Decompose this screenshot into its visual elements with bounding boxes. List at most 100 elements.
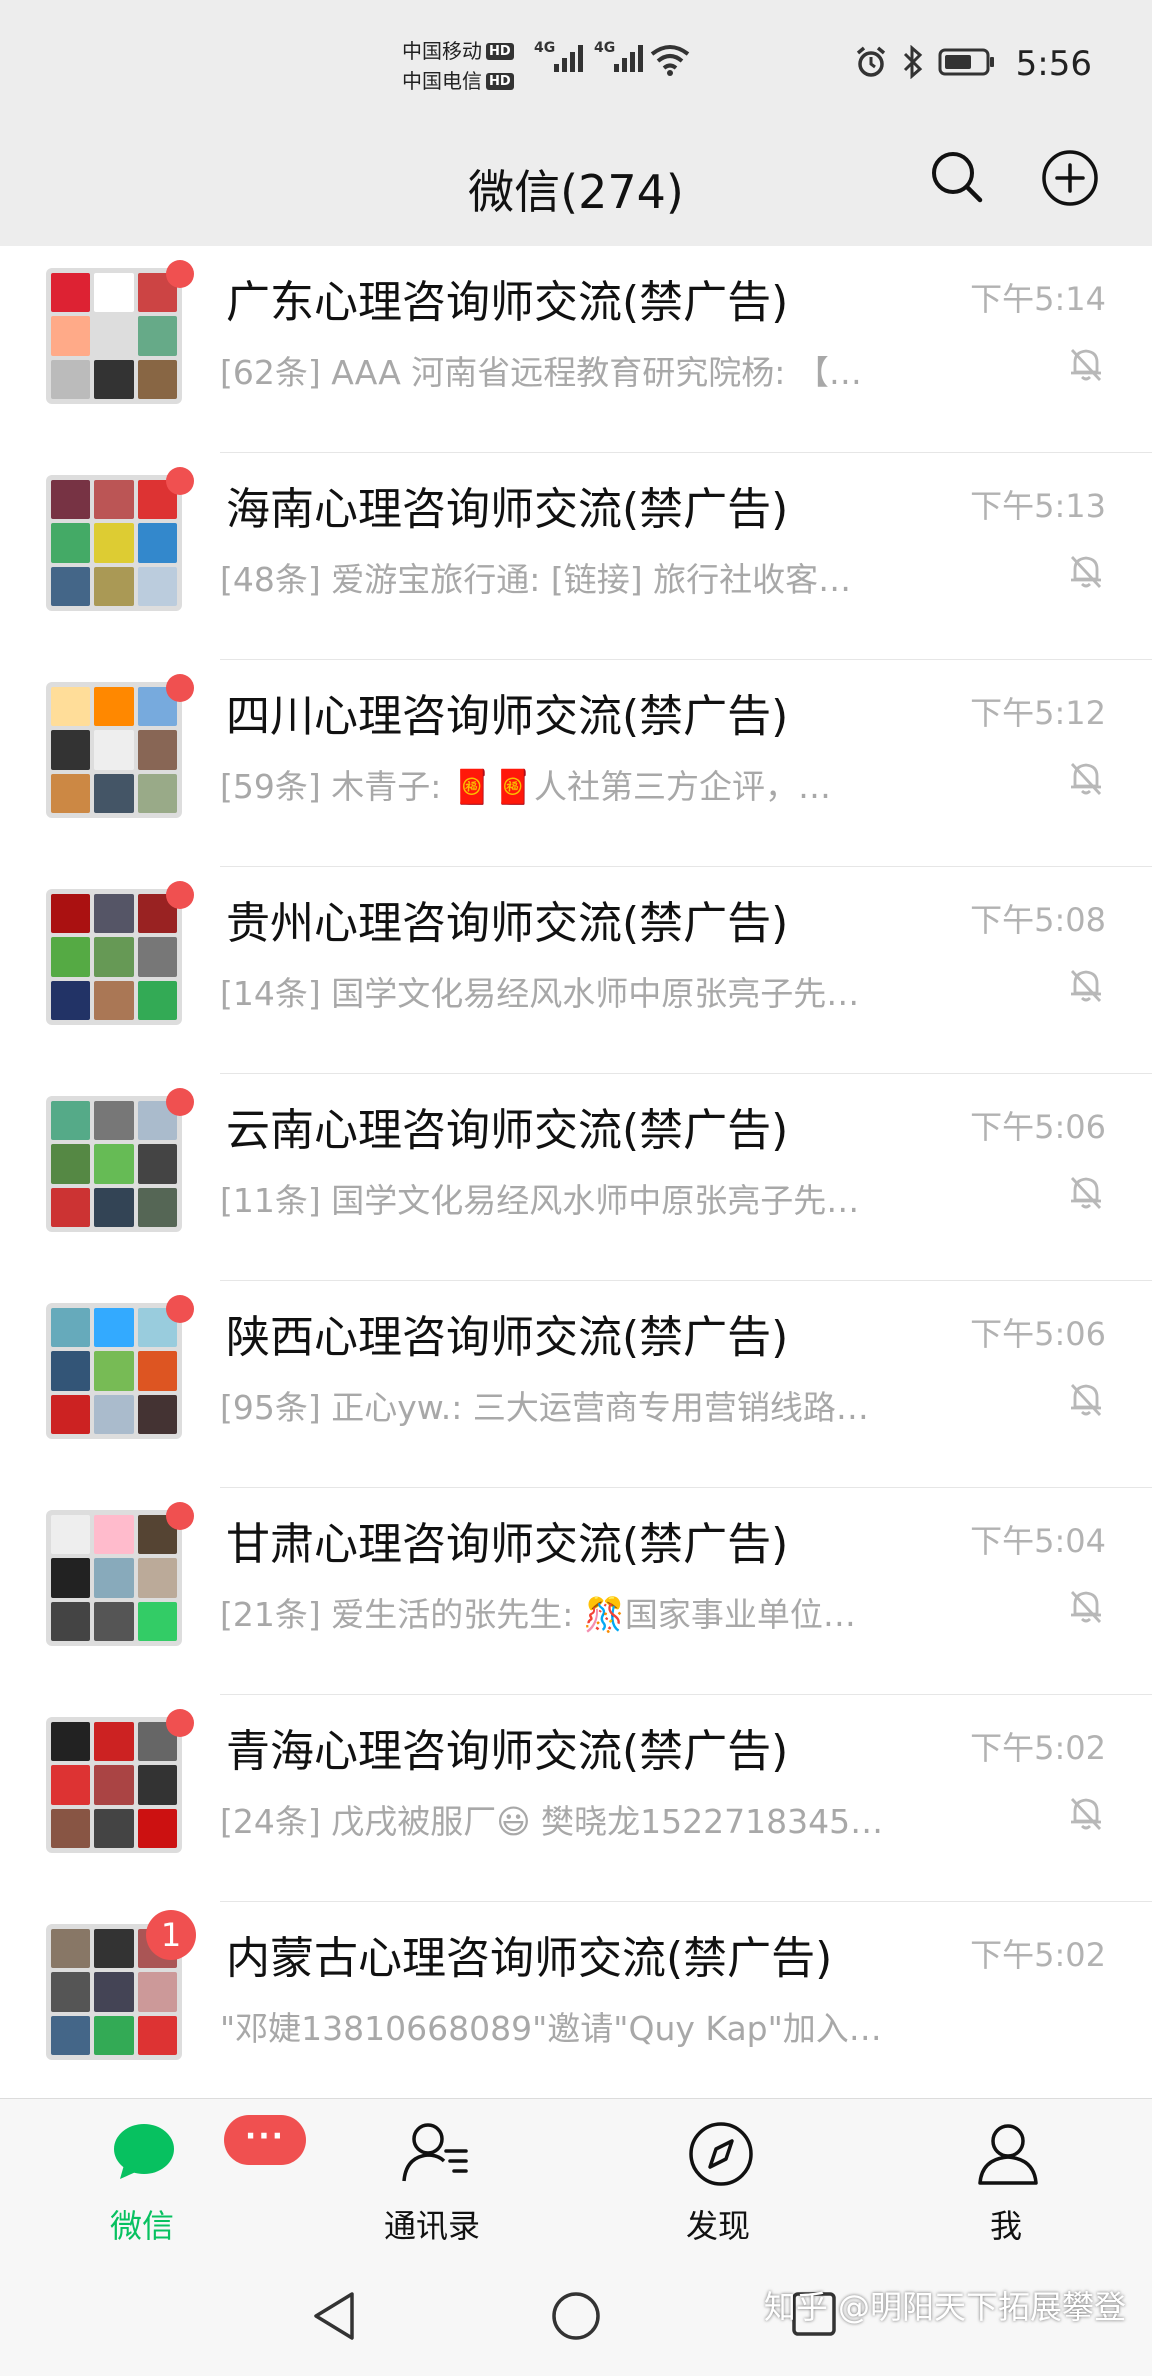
avatar-tile: [94, 273, 134, 313]
avatar-tile: [51, 2015, 91, 2055]
chat-time: 下午5:08: [970, 901, 1106, 939]
chat-time: 下午5:14: [970, 280, 1106, 318]
chat-preview: [24条] 戊戌被服厂😃 樊晓龙1522718345…: [220, 1802, 884, 1841]
avatar-tile: [94, 1765, 134, 1805]
chat-time: 下午5:04: [970, 1522, 1106, 1560]
avatar-tile: [51, 937, 91, 977]
avatar-tile: [51, 1765, 91, 1805]
avatar-tile: [94, 894, 134, 934]
carrier-1: 中国移动: [402, 39, 482, 63]
avatar-tile: [51, 773, 91, 813]
back-icon[interactable]: [310, 2290, 358, 2346]
avatar-tile: [94, 2015, 134, 2055]
tab-bar: ··· 微信 通讯录 发现 我: [0, 2098, 1152, 2257]
tab-contacts[interactable]: 通讯录: [352, 2099, 512, 2257]
avatar-tile: [137, 1351, 177, 1391]
battery-icon: [938, 47, 996, 81]
unread-dot: [166, 1709, 194, 1737]
chat-preview: "邓婕13810668089"邀请"Quy Kap"加入…: [220, 2009, 882, 2048]
avatar-tile: [137, 2015, 177, 2055]
avatar-tile: [94, 1515, 134, 1555]
chat-name: 云南心理咨询师交流(禁广告): [226, 1105, 789, 1156]
avatar-tile: [94, 937, 134, 977]
network-type-2: 4G: [594, 40, 616, 56]
avatar-tile: [94, 1144, 134, 1184]
chat-item[interactable]: 贵州心理咨询师交流(禁广告) 下午5:08 [14条] 国学文化易经风水师中原张亮子…: [0, 867, 1152, 1074]
avatar-tile: [137, 1972, 177, 2012]
chat-item[interactable]: 青海心理咨询师交流(禁广告) 下午5:02 [24条] 戊戌被服厂😃 樊晓龙1522…: [0, 1695, 1152, 1902]
chat-item[interactable]: 1 内蒙古心理咨询师交流(禁广告) 下午5:02 "邓婕13810668089"邀请"…: [0, 1902, 1152, 2098]
muted-bell-icon: [1066, 551, 1106, 595]
avatar-tile: [94, 480, 134, 520]
plus-circle-icon[interactable]: [1040, 148, 1100, 212]
wifi-icon: [650, 44, 690, 80]
avatar-tile: [94, 359, 134, 399]
muted-bell-icon: [1066, 1793, 1106, 1837]
chat-name: 四川心理咨询师交流(禁广告): [226, 691, 789, 742]
muted-bell-icon: [1066, 758, 1106, 802]
avatar-tile: [94, 1929, 134, 1969]
signal-icon-2: 4G: [594, 40, 643, 72]
unread-badge: 1: [146, 1910, 196, 1960]
tab-discover[interactable]: 发现: [638, 2099, 798, 2257]
carrier-2: 中国电信: [402, 69, 482, 93]
avatar-tile: [94, 980, 134, 1020]
tab-label: 微信: [109, 2207, 174, 2245]
avatar-tile: [137, 773, 177, 813]
chat-preview: [14条] 国学文化易经风水师中原张亮子先…: [220, 974, 860, 1013]
contacts-icon: [402, 2121, 472, 2187]
muted-bell-icon: [1066, 344, 1106, 388]
chat-list[interactable]: 广东心理咨询师交流(禁广告) 下午5:14 [62条] AAA 河南省远程教育研究院…: [0, 246, 1152, 2098]
unread-dot: [166, 1295, 194, 1323]
chat-time: 下午5:12: [970, 694, 1106, 732]
avatar-tile: [51, 1515, 91, 1555]
tab-chats[interactable]: ··· 微信: [62, 2099, 306, 2257]
avatar-tile: [51, 359, 91, 399]
search-icon[interactable]: [928, 148, 986, 210]
carrier-info: 中国移动 HD 中国电信 HD: [402, 36, 514, 96]
group-avatar: [46, 1510, 182, 1646]
unread-dot: [166, 1088, 194, 1116]
bluetooth-icon: [902, 44, 924, 83]
tab-label: 发现: [685, 2207, 750, 2245]
muted-bell-icon: [1066, 965, 1106, 1009]
group-avatar: [46, 1303, 182, 1439]
avatar-tile: [137, 566, 177, 606]
tab-badge: ···: [224, 2115, 306, 2165]
chat-item[interactable]: 广东心理咨询师交流(禁广告) 下午5:14 [62条] AAA 河南省远程教育研究院…: [0, 246, 1152, 453]
unread-dot: [166, 1502, 194, 1530]
avatar-tile: [94, 566, 134, 606]
avatar-tile: [51, 730, 91, 770]
chat-name: 青海心理咨询师交流(禁广告): [226, 1726, 789, 1777]
avatar-tile: [51, 480, 91, 520]
avatar-tile: [94, 316, 134, 356]
unread-dot: [166, 260, 194, 288]
chat-item[interactable]: 云南心理咨询师交流(禁广告) 下午5:06 [11条] 国学文化易经风水师中原张亮子…: [0, 1074, 1152, 1281]
network-type-1: 4G: [534, 40, 556, 56]
avatar-tile: [137, 1144, 177, 1184]
chat-name: 内蒙古心理咨询师交流(禁广告): [226, 1933, 833, 1984]
avatar-tile: [137, 1765, 177, 1805]
chat-item[interactable]: 甘肃心理咨询师交流(禁广告) 下午5:04 [21条] 爱生活的张先生: 🎊国家事业…: [0, 1488, 1152, 1695]
chat-time: 下午5:02: [970, 1936, 1106, 1974]
home-icon[interactable]: [550, 2290, 602, 2346]
avatar-tile: [137, 1187, 177, 1227]
system-nav-bar: 知乎 @明阳天下拓展攀登: [0, 2256, 1152, 2376]
chat-item[interactable]: 陕西心理咨询师交流(禁广告) 下午5:06 [95条] 正心yw.: 三大运营商专用…: [0, 1281, 1152, 1488]
chat-name: 甘肃心理咨询师交流(禁广告): [226, 1519, 789, 1570]
avatar-tile: [94, 1351, 134, 1391]
chat-preview: [59条] 木青子: 🧧🧧人社第三方企评，…: [220, 767, 832, 806]
group-avatar: [46, 889, 182, 1025]
avatar-tile: [51, 316, 91, 356]
avatar-tile: [51, 1308, 91, 1348]
person-icon: [976, 2121, 1040, 2189]
chat-item[interactable]: 四川心理咨询师交流(禁广告) 下午5:12 [59条] 木青子: 🧧🧧人社第三方企评…: [0, 660, 1152, 867]
chat-item[interactable]: 海南心理咨询师交流(禁广告) 下午5:13 [48条] 爱游宝旅行通: [链接] 旅…: [0, 453, 1152, 660]
tab-me[interactable]: 我: [926, 2099, 1086, 2257]
unread-dot: [166, 674, 194, 702]
chat-name: 海南心理咨询师交流(禁广告): [226, 484, 789, 535]
hd-badge-1: HD: [486, 42, 514, 60]
alarm-icon: [854, 45, 888, 83]
avatar-tile: [94, 1601, 134, 1641]
hd-badge-2: HD: [486, 72, 514, 90]
